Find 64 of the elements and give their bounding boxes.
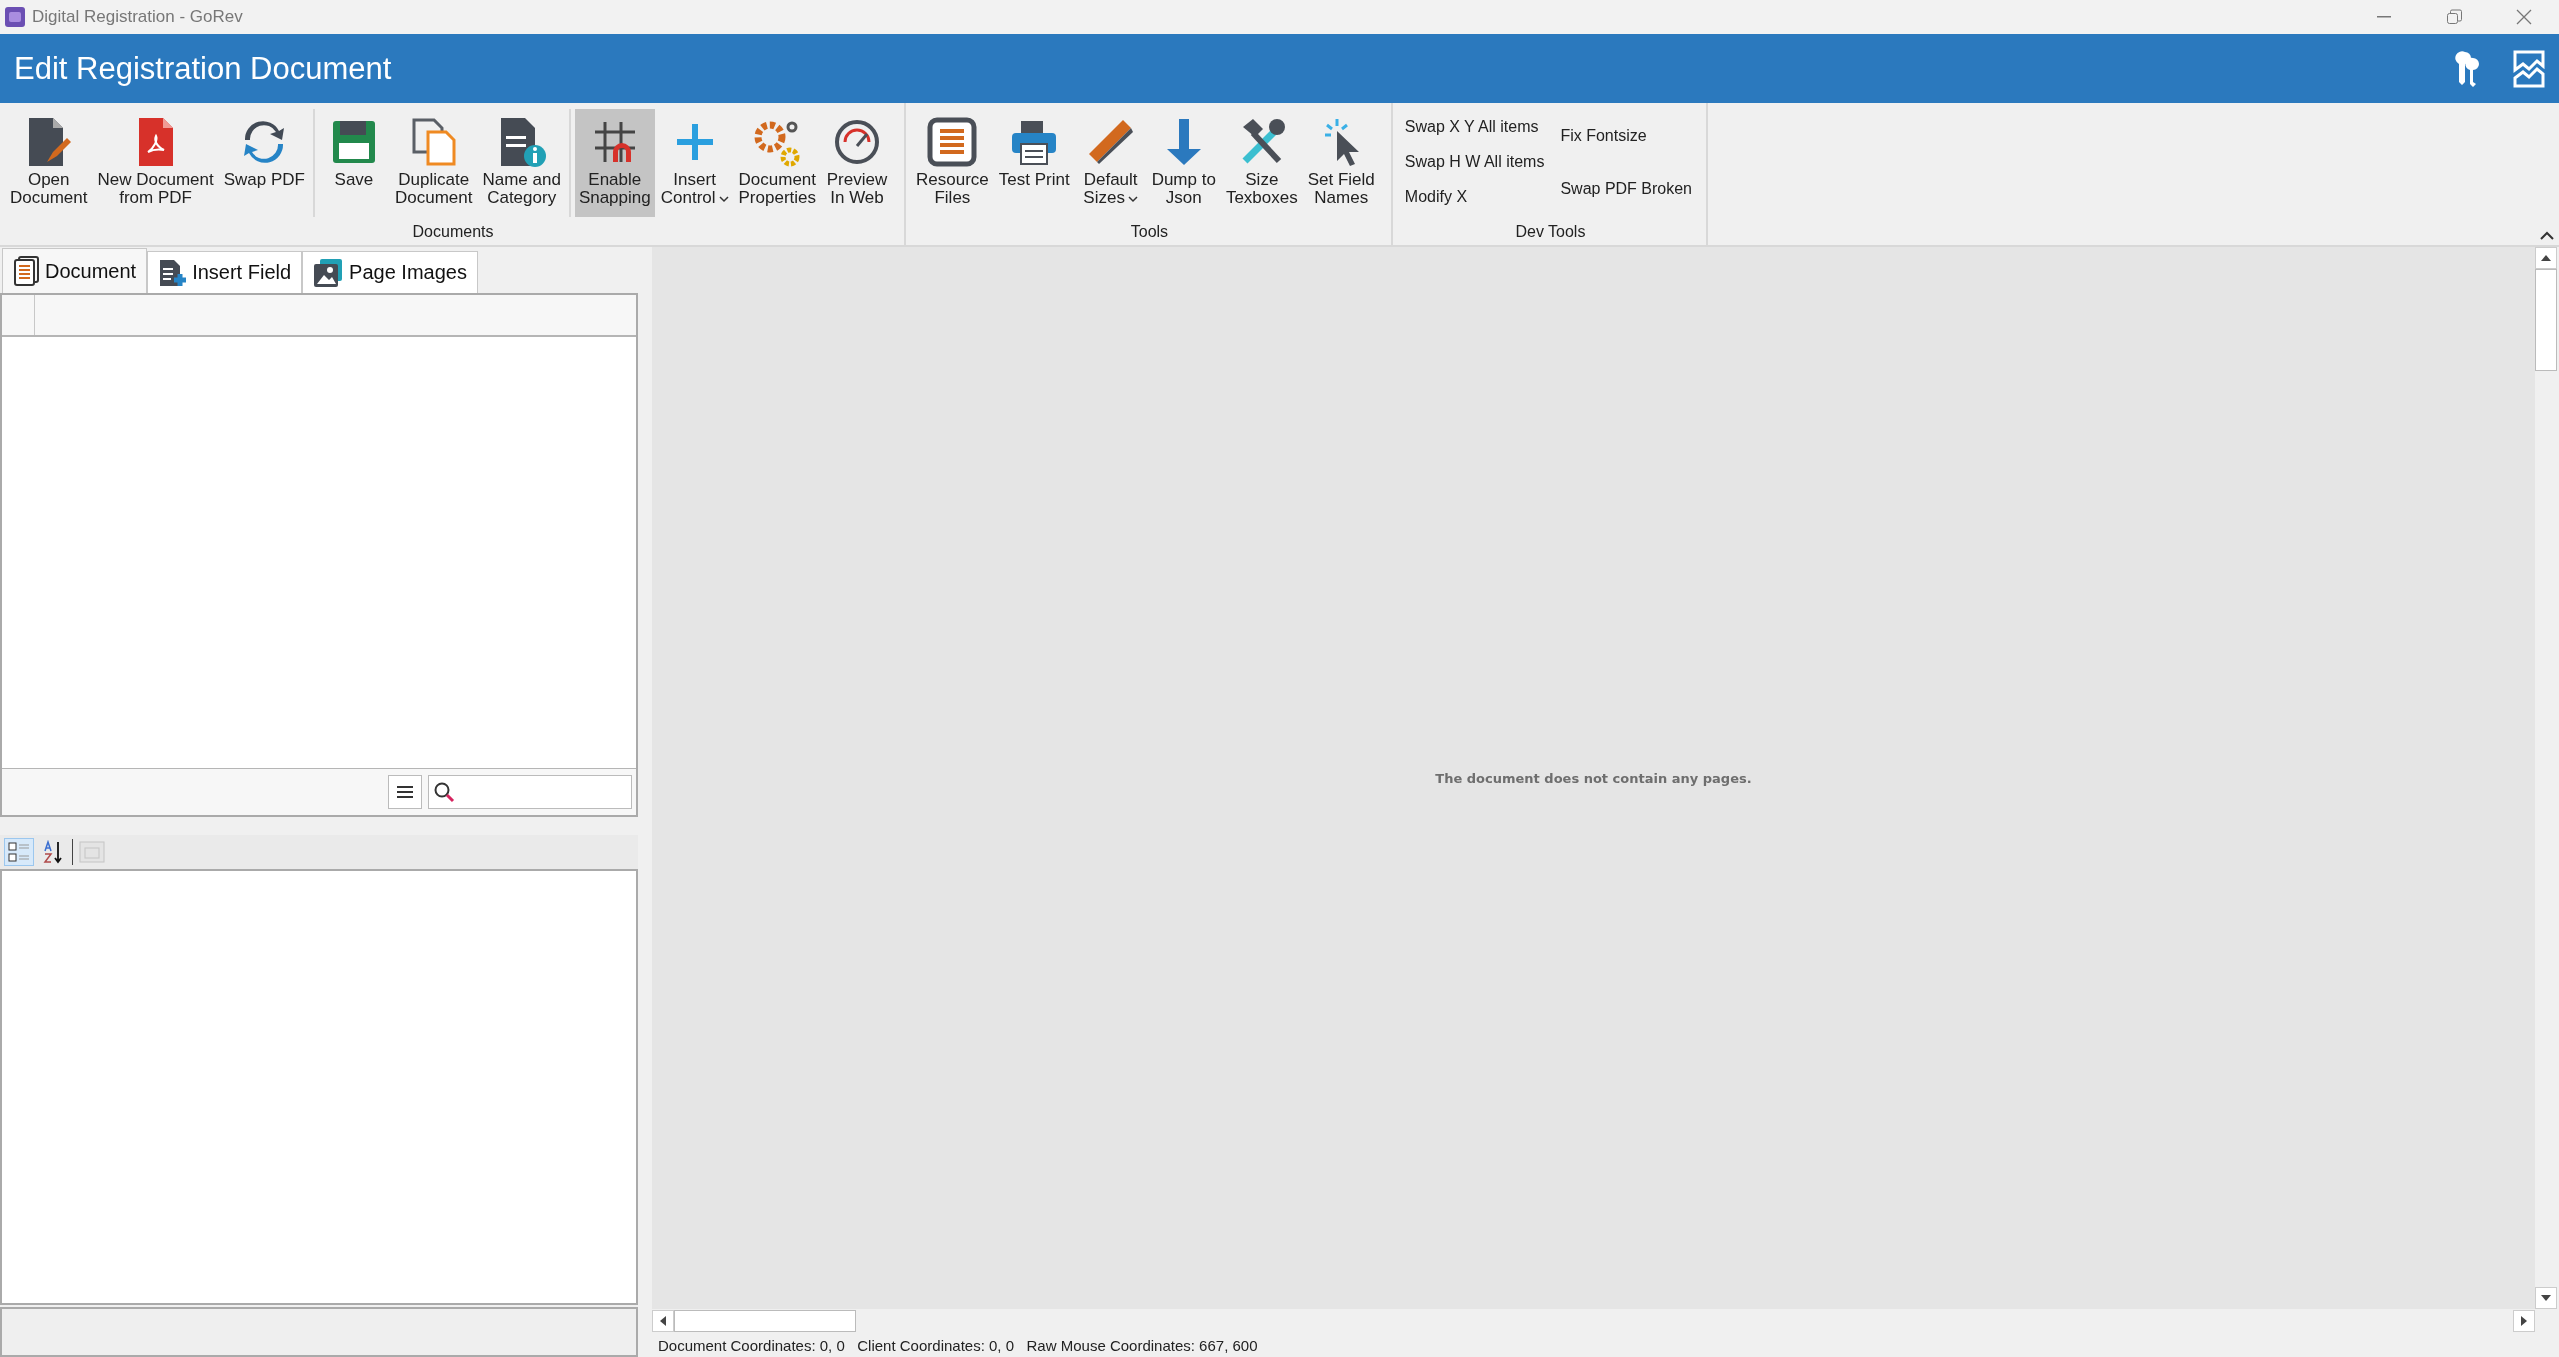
document-icon — [13, 256, 39, 286]
caret-icon — [718, 195, 729, 203]
ribbon-button[interactable]: Swap PDF — [219, 109, 309, 217]
search-field[interactable] — [428, 775, 632, 809]
property-pages-icon — [79, 840, 105, 864]
ribbon-button[interactable]: Open Document — [6, 109, 92, 217]
panel-tab[interactable]: Page Images — [302, 251, 478, 293]
ribbon-small-button[interactable]: Modify X — [1402, 186, 1547, 209]
panel-tab[interactable]: Insert Field — [147, 251, 303, 293]
up-triangle-icon — [2541, 255, 2551, 261]
save-icon — [330, 119, 377, 165]
ribbon-button[interactable]: Resource Files — [912, 109, 993, 217]
group-label: Tools — [1129, 223, 1170, 242]
right-triangle-icon — [2521, 1316, 2527, 1326]
ribbon-button[interactable]: Test Print — [994, 109, 1074, 217]
chevron-up-icon — [2539, 231, 2555, 241]
ribbon-small-button[interactable]: Swap PDF Broken — [1558, 177, 1694, 200]
scroll-right-button[interactable] — [2513, 1310, 2535, 1332]
ribbon-button[interactable]: New Document from PDF — [93, 109, 218, 217]
ribbon-button[interactable]: Preview In Web — [822, 109, 892, 217]
ribbon-button[interactable]: Enable Snapping — [574, 109, 655, 217]
image-icon — [313, 257, 344, 288]
status-text: Document Coordinates: 0, 0 Client Coordinates: 0, 0 Raw Mouse Coordinates: 667, 600 — [657, 1335, 1259, 1356]
ribbon-button[interactable]: Name and Category — [478, 109, 565, 217]
group-label: Documents — [411, 223, 495, 242]
ribbon-small-button[interactable]: Swap H W All items — [1402, 151, 1547, 173]
minimize-icon — [2377, 16, 2391, 18]
page-title: Edit Registration Document — [14, 50, 393, 87]
scroll-up-button[interactable] — [2535, 247, 2557, 269]
menu-button[interactable] — [388, 775, 422, 809]
gauge-icon — [833, 118, 881, 166]
ribbon-button[interactable]: Document Properties — [734, 109, 820, 217]
group-label: Dev Tools — [1514, 223, 1587, 242]
list-icon — [927, 117, 978, 167]
ribbon-button[interactable]: Dump to Json — [1147, 109, 1220, 217]
restore-icon — [2446, 9, 2462, 25]
down-triangle-icon — [2541, 1295, 2551, 1301]
panel-tab[interactable]: Document — [2, 248, 148, 293]
scrollbar-thumb[interactable] — [2535, 269, 2557, 371]
menu-icon — [396, 785, 414, 799]
caret-icon — [1127, 195, 1138, 203]
ribbon-button[interactable]: Duplicate Document — [390, 109, 477, 217]
left-triangle-icon — [660, 1316, 666, 1326]
ribbon-small-button[interactable]: Swap X Y All items — [1402, 115, 1547, 138]
app-logo-icon — [4, 6, 26, 28]
collapse-ribbon-button[interactable] — [2539, 231, 2555, 241]
scroll-down-button[interactable] — [2535, 1287, 2557, 1309]
ribbon-small-button[interactable]: Fix Fontsize — [1558, 124, 1694, 147]
sort-az-icon — [41, 840, 65, 864]
document-plus-icon — [158, 257, 187, 288]
empty-message: The document does not contain any pages. — [1435, 770, 1752, 786]
broken-chart-icon — [2513, 49, 2545, 88]
ribbon-button[interactable]: Save — [318, 109, 389, 217]
ribbon-button[interactable]: Size Texboxes — [1221, 109, 1302, 217]
close-icon — [2516, 9, 2532, 25]
ribbon-button[interactable]: Default Sizes — [1075, 109, 1146, 217]
chart-button[interactable] — [2513, 49, 2545, 88]
ribbon-button[interactable]: Set Field Names — [1303, 109, 1379, 217]
ribbon-button[interactable]: Insert Control — [656, 109, 733, 217]
scrollbar-thumb[interactable] — [674, 1310, 856, 1332]
search-icon — [433, 781, 455, 803]
window-title: Digital Registration - GoRev — [32, 7, 244, 27]
categorized-list-icon — [7, 841, 31, 863]
scroll-left-button[interactable] — [652, 1310, 674, 1332]
